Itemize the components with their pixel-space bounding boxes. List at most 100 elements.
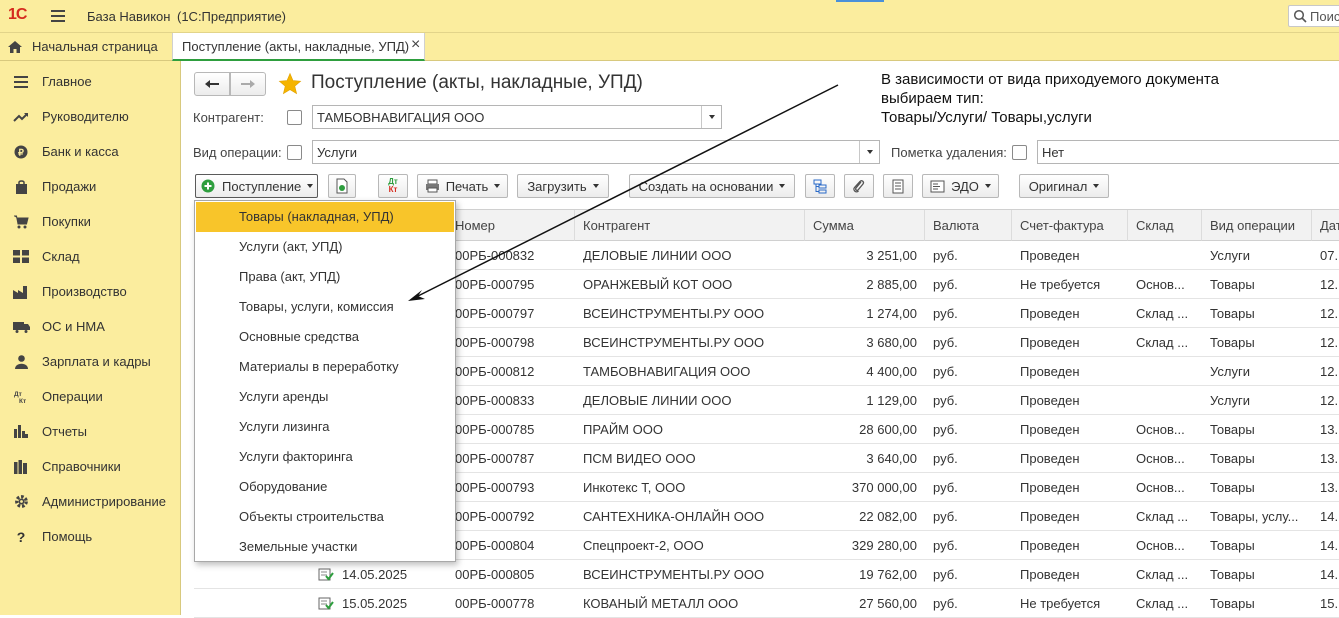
menu-item-10[interactable]: Объекты строительства (196, 502, 454, 532)
cell-date2: 14. (1320, 538, 1339, 553)
column-header-invoice[interactable]: Счет-фактура (1012, 210, 1128, 241)
operation-field[interactable]: Услуги (312, 140, 880, 164)
cell-currency: руб. (933, 335, 958, 350)
tab-close-icon[interactable]: × (411, 36, 420, 54)
column-header-warehouse[interactable]: Склад (1128, 210, 1202, 241)
search-box[interactable]: Поиск (1288, 5, 1339, 27)
cell-warehouse: Основ... (1136, 480, 1185, 495)
column-header-number[interactable]: Номер (447, 210, 575, 241)
sidebar-item-8[interactable]: Зарплата и кадры (0, 344, 181, 379)
structure-button[interactable] (805, 174, 835, 198)
back-button[interactable] (194, 72, 230, 96)
column-header-counterparty[interactable]: Контрагент (575, 210, 805, 241)
counterparty-value: ТАМБОВНАВИГАЦИЯ ООО (317, 109, 485, 125)
column-header-sum[interactable]: Сумма (805, 210, 925, 241)
sidebar-item-3[interactable]: Продажи (0, 169, 181, 204)
sidebar-item-0[interactable]: Главное (0, 64, 181, 99)
counterparty-field[interactable]: ТАМБОВНАВИГАЦИЯ ООО (312, 105, 722, 129)
sidebar-item-12[interactable]: Администрирование (0, 484, 181, 519)
cell-invoice: Не требуется (1020, 277, 1101, 292)
load-button[interactable]: Загрузить (517, 174, 609, 198)
cell-invoice: Проведен (1020, 422, 1080, 437)
cell-sum: 3 680,00 (866, 335, 917, 350)
sidebar-item-9[interactable]: Дт Кт Операции (0, 379, 181, 414)
sidebar-item-1[interactable]: Руководителю (0, 99, 181, 134)
cell-invoice: Проведен (1020, 248, 1080, 263)
page-title: Поступление (акты, накладные, УПД) (311, 72, 643, 93)
sidebar-item-label: Операции (42, 389, 103, 404)
counterparty-checkbox[interactable] (287, 110, 302, 125)
table-row[interactable]: 15.05.2025 00РБ-000778 КОВАНЫЙ МЕТАЛЛ ООО 2… (194, 589, 1339, 618)
cell-invoice: Проведен (1020, 451, 1080, 466)
dt-kt-button[interactable]: Дт Кт (378, 174, 408, 198)
column-header-currency[interactable]: Валюта (925, 210, 1012, 241)
main-menu-icon[interactable] (50, 9, 66, 23)
sidebar-item-label: Руководителю (42, 109, 129, 124)
sidebar-item-11[interactable]: Справочники (0, 449, 181, 484)
tab-receipts[interactable]: Поступление (акты, накладные, УПД) × (172, 33, 425, 61)
cell-warehouse (1128, 386, 1202, 415)
menu-item-2[interactable]: Права (акт, УПД) (196, 262, 454, 292)
copy-document-button[interactable] (328, 174, 356, 198)
menu-item-11[interactable]: Земельные участки (196, 532, 454, 562)
menu-item-7[interactable]: Услуги лизинга (196, 412, 454, 442)
menu-item-4[interactable]: Основные средства (196, 322, 454, 352)
menu-icon (0, 75, 42, 88)
table-row[interactable]: 14.05.2025 00РБ-000805 ВСЕИНСТРУМЕНТЫ.РУ О… (194, 560, 1339, 589)
cell-sum: 329 280,00 (851, 538, 917, 553)
sidebar-item-4[interactable]: Покупки (0, 204, 181, 239)
forward-button[interactable] (230, 72, 266, 96)
attach-button[interactable] (844, 174, 874, 198)
menu-item-6[interactable]: Услуги аренды (196, 382, 454, 412)
original-button[interactable]: Оригинал (1019, 174, 1109, 198)
sidebar-item-2[interactable]: ₽ Банк и касса (0, 134, 181, 169)
sidebar-item-7[interactable]: ОС и НМА (0, 309, 181, 344)
print-button[interactable]: Печать (417, 174, 508, 198)
chevron-down-icon (779, 184, 786, 188)
cell-sum: 4 400,00 (866, 364, 917, 379)
counterparty-dropdown-button[interactable] (701, 106, 721, 128)
column-header-operation[interactable]: Вид операции (1202, 210, 1312, 241)
tab-home[interactable]: Начальная страница (0, 33, 168, 60)
cell-number: 00РБ-000797 (455, 306, 535, 321)
column-header-date2[interactable]: Дат (1312, 210, 1339, 241)
cell-invoice: Проведен (1020, 538, 1080, 553)
cell-warehouse: Склад ... (1136, 567, 1189, 582)
create-based-button[interactable]: Создать на основании (629, 174, 795, 198)
cell-number: 00РБ-000832 (455, 248, 535, 263)
operation-checkbox[interactable] (287, 145, 302, 160)
sidebar-item-13[interactable]: ? Помощь (0, 519, 181, 554)
list-report-button[interactable] (883, 174, 913, 198)
cell-operation: Услуги (1210, 364, 1250, 379)
cell-counterparty: Спецпроект-2, ООО (583, 538, 704, 553)
deletion-field[interactable]: Нет (1037, 140, 1339, 164)
cell-sum: 28 600,00 (859, 422, 917, 437)
edo-icon (930, 180, 945, 192)
1c-logo[interactable]: 1С (8, 6, 27, 24)
menu-item-3[interactable]: Товары, услуги, комиссия (196, 292, 454, 322)
cell-date2: 07. (1320, 248, 1339, 263)
favorite-star-icon[interactable] (278, 72, 302, 99)
menu-item-5[interactable]: Материалы в переработку (196, 352, 454, 382)
app-platform: (1С:Предприятие) (177, 9, 287, 24)
menu-item-1[interactable]: Услуги (акт, УПД) (196, 232, 454, 262)
sidebar-item-10[interactable]: Отчеты (0, 414, 181, 449)
cell-counterparty: ВСЕИНСТРУМЕНТЫ.РУ ООО (583, 306, 765, 321)
menu-item-9[interactable]: Оборудование (196, 472, 454, 502)
operation-dropdown-button[interactable] (859, 141, 879, 163)
cell-counterparty: ПСМ ВИДЕО ООО (583, 451, 696, 466)
cell-operation: Товары (1210, 335, 1255, 350)
sidebar-item-5[interactable]: Склад (0, 239, 181, 274)
warehouse-icon (0, 250, 42, 263)
cell-operation: Товары (1210, 538, 1255, 553)
bag-icon (0, 179, 42, 194)
receipt-create-button[interactable]: Поступление (195, 174, 318, 198)
menu-item-8[interactable]: Услуги факторинга (196, 442, 454, 472)
chevron-down-icon (307, 184, 314, 188)
tab-receipts-label: Поступление (акты, накладные, УПД) (182, 39, 410, 54)
deletion-checkbox[interactable] (1012, 145, 1027, 160)
edo-button[interactable]: ЭДО (922, 174, 999, 198)
top-accent-line (836, 0, 884, 2)
menu-item-0[interactable]: Товары (накладная, УПД) (196, 202, 454, 232)
sidebar-item-6[interactable]: Производство (0, 274, 181, 309)
